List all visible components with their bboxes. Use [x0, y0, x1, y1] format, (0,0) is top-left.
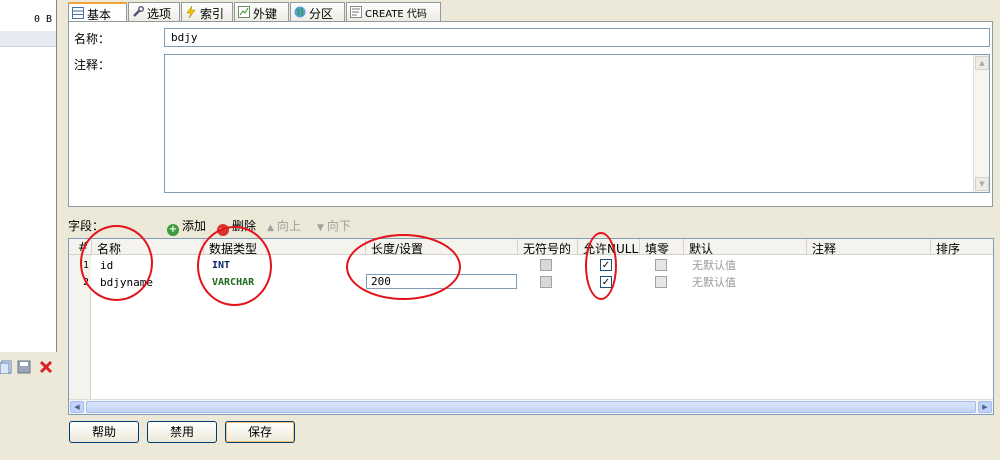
minus-icon: −	[217, 224, 229, 236]
col-header-comment[interactable]: 注释	[807, 239, 931, 256]
table-size-label: 0 B	[33, 14, 52, 25]
tab-label: 索引	[200, 7, 225, 21]
tab-label: 基本	[87, 8, 112, 22]
col-header-type[interactable]: 数据类型	[204, 239, 366, 256]
move-up-button[interactable]: ▲ 向上	[267, 217, 301, 234]
comment-cell[interactable]	[807, 257, 815, 274]
field-name-cell[interactable]: bdjyname	[92, 274, 153, 291]
plus-icon: +	[167, 224, 179, 236]
add-field-button[interactable]: + 添加	[167, 217, 206, 236]
field-type-cell[interactable]: VARCHAR	[204, 274, 254, 291]
comment-cell[interactable]	[807, 274, 815, 291]
tab-indexes[interactable]: 索引	[181, 2, 233, 21]
tab-label: 分区	[309, 7, 334, 21]
lightning-icon	[186, 6, 196, 18]
tab-options[interactable]: 选项	[128, 2, 180, 21]
selected-tree-row[interactable]	[0, 31, 56, 47]
help-button[interactable]: 帮助	[69, 421, 139, 443]
zerofill-checkbox[interactable]	[655, 259, 667, 271]
delete-field-button[interactable]: − 删除	[217, 217, 256, 236]
tab-partitions[interactable]: 分区	[290, 2, 345, 21]
comment-scrollbar[interactable]: ▲ ▼	[973, 55, 989, 192]
unsigned-checkbox[interactable]	[540, 276, 552, 288]
tab-create-code[interactable]: CREATE 代码	[346, 2, 441, 21]
down-arrow-icon: ▼	[317, 223, 324, 233]
row-number: 2	[69, 274, 91, 291]
save-disk-icon[interactable]	[17, 360, 31, 374]
unsigned-checkbox[interactable]	[540, 259, 552, 271]
down-label: 向下	[326, 219, 351, 233]
scroll-thumb[interactable]	[86, 401, 976, 413]
field-length-cell[interactable]	[366, 257, 374, 274]
add-label: 添加	[182, 219, 207, 233]
up-arrow-icon: ▲	[267, 223, 274, 233]
tab-label: 外键	[253, 7, 278, 21]
left-tree-panel: 0 B	[0, 0, 57, 352]
fields-label: 字段：	[68, 219, 105, 233]
default-cell[interactable]: 无默认值	[684, 274, 736, 291]
scroll-right-icon[interactable]: ▶	[978, 401, 992, 413]
field-type-cell[interactable]: INT	[204, 257, 230, 274]
move-down-button[interactable]: ▼ 向下	[317, 217, 351, 234]
allow-null-checkbox[interactable]: ✓	[600, 259, 612, 271]
globe-icon	[294, 6, 306, 18]
name-label: 名称：	[74, 32, 111, 46]
scroll-left-icon[interactable]: ◀	[70, 401, 84, 413]
col-header-order[interactable]: 排序	[931, 239, 993, 256]
tab-label: 选项	[147, 7, 172, 21]
grid-horizontal-scrollbar[interactable]: ◀ ▶	[69, 399, 993, 414]
tab-label: CREATE 代码	[365, 9, 427, 20]
comment-textarea[interactable]: ▲ ▼	[164, 54, 990, 193]
col-header-allow-null[interactable]: 允许NULL	[578, 239, 640, 256]
table-name-input[interactable]: bdjy	[164, 28, 990, 47]
discard-button[interactable]: 禁用	[147, 421, 217, 443]
copy-icon[interactable]	[0, 360, 14, 374]
delete-label: 删除	[232, 219, 257, 233]
wrench-icon	[133, 6, 144, 17]
field-length-editor[interactable]: 200	[366, 274, 517, 289]
col-header-name[interactable]: 名称	[92, 239, 204, 256]
default-cell[interactable]: 无默认值	[684, 257, 736, 274]
col-header-zerofill[interactable]: 填零	[640, 239, 684, 256]
table-icon	[72, 7, 84, 19]
tab-basic[interactable]: 基本	[68, 2, 127, 22]
col-header-unsigned[interactable]: 无符号的	[518, 239, 578, 256]
col-header-default[interactable]: 默认	[684, 239, 807, 256]
comment-label: 注释：	[74, 58, 111, 72]
save-button[interactable]: 保存	[225, 421, 295, 443]
field-name-cell[interactable]: id	[92, 257, 113, 274]
code-icon	[350, 6, 362, 18]
delete-x-icon[interactable]	[39, 360, 53, 374]
fields-grid: # 名称 数据类型 长度/设置 无符号的 允许NULL 填零 默认 注释 排序 …	[68, 238, 994, 415]
chart-icon	[238, 6, 250, 18]
scroll-up-icon[interactable]: ▲	[975, 56, 989, 70]
row-number: 1	[69, 257, 91, 274]
allow-null-checkbox[interactable]: ✓	[600, 276, 612, 288]
col-header-length[interactable]: 长度/设置	[366, 239, 518, 256]
col-header-num[interactable]: #	[69, 239, 92, 255]
tab-foreign-keys[interactable]: 外键	[234, 2, 289, 21]
scroll-down-icon[interactable]: ▼	[975, 177, 989, 191]
up-label: 向上	[276, 219, 301, 233]
zerofill-checkbox[interactable]	[655, 276, 667, 288]
